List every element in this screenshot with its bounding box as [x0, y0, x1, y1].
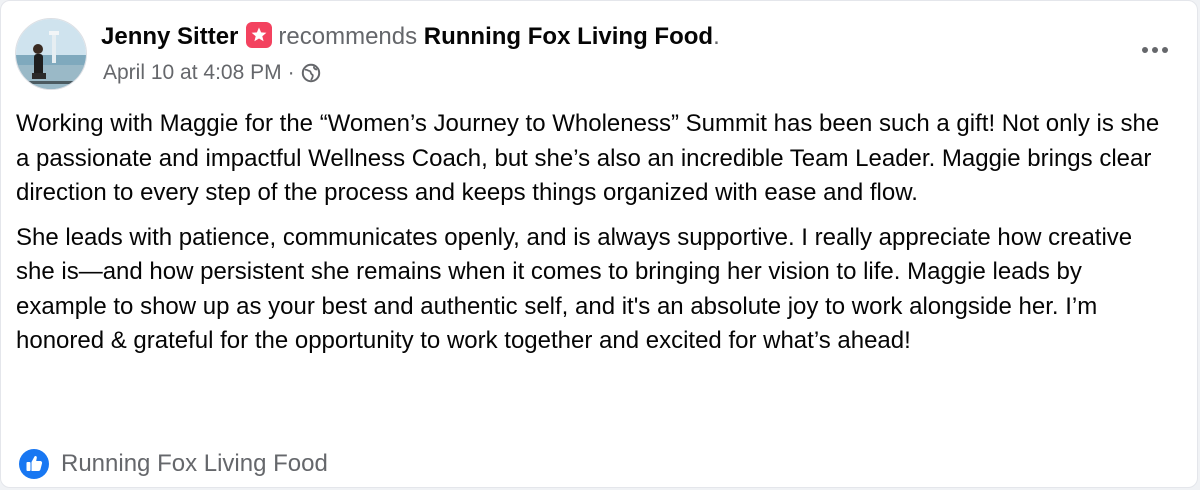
more-options-button[interactable] — [1135, 35, 1175, 65]
recommends-label: recommends — [278, 23, 418, 50]
author-name[interactable]: Jenny Sitter — [101, 23, 238, 50]
post-paragraph: She leads with patience, communicates op… — [16, 223, 1133, 355]
post-body: Working with Maggie for the “Women’s Jou… — [16, 107, 1176, 369]
recommended-page-name[interactable]: Running Fox Living Food — [424, 23, 713, 50]
avatar-photo — [16, 19, 86, 89]
post-meta: April 10 at 4:08 PM · — [103, 59, 321, 87]
author-avatar[interactable] — [15, 18, 87, 90]
more-options-icon-dot — [1162, 47, 1168, 53]
post-header: Jenny Sitter recommends Running Fox Livin… — [101, 21, 720, 53]
more-options-icon-dot — [1152, 47, 1158, 53]
post-timestamp[interactable]: April 10 at 4:08 PM — [103, 59, 282, 87]
like-icon — [19, 449, 49, 479]
post-paragraph: Working with Maggie for the “Women’s Jou… — [16, 110, 1160, 206]
meta-separator: · — [287, 61, 295, 84]
globe-icon[interactable] — [301, 63, 321, 83]
recommend-badge-icon — [246, 22, 273, 48]
footer-page-name[interactable]: Running Fox Living Food — [61, 450, 328, 478]
header-period: . — [713, 23, 720, 50]
recommendation-post-card: Jenny Sitter recommends Running Fox Livin… — [0, 0, 1198, 488]
more-options-icon — [1142, 47, 1148, 53]
post-footer[interactable]: Running Fox Living Food — [19, 449, 328, 479]
